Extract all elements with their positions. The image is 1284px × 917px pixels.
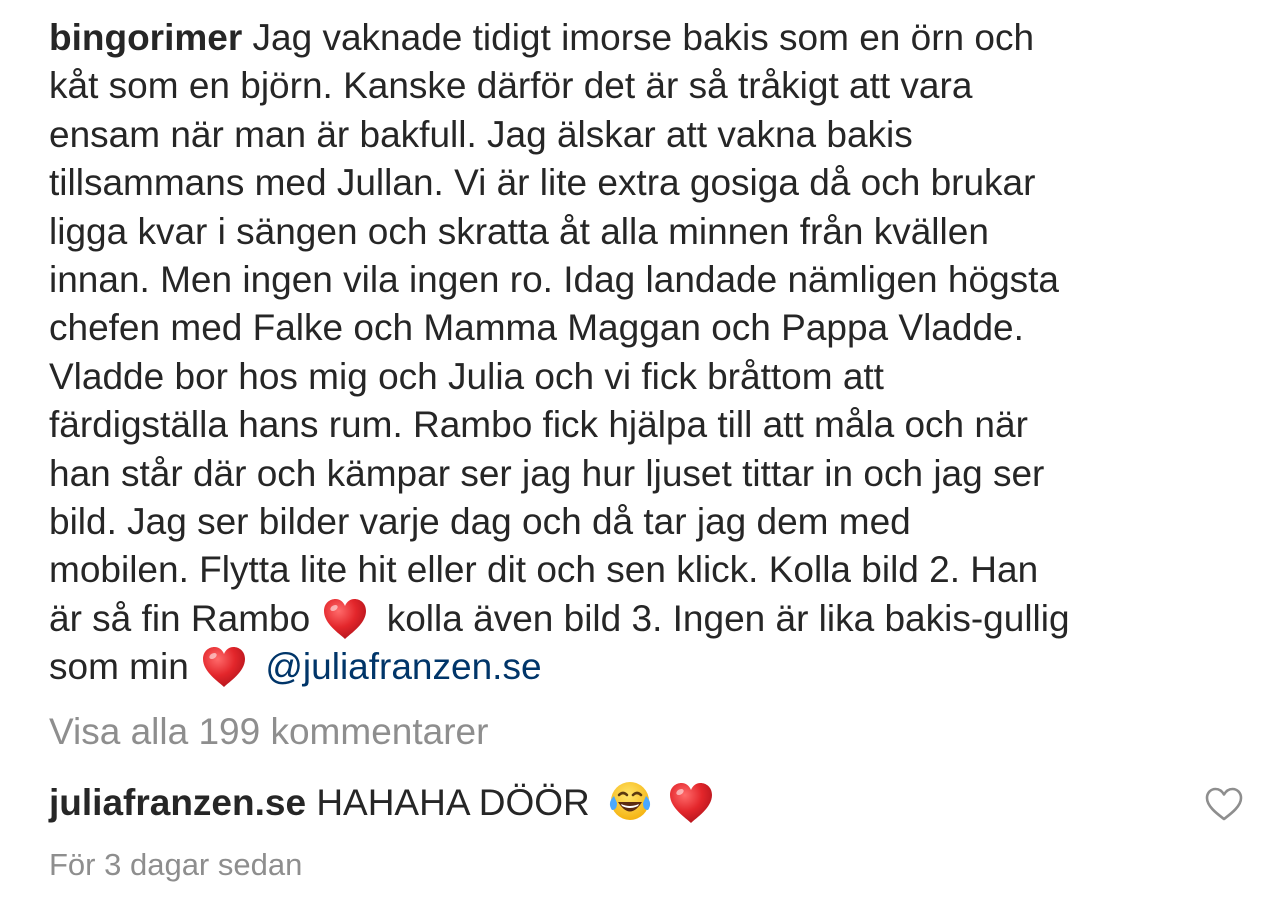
caption-line-12: mobilen. Flytta lite hit eller dit och s… [49, 549, 1039, 591]
comment-username[interactable]: juliafranzen.se [49, 782, 306, 823]
red-heart-icon [668, 781, 714, 825]
heart-outline-icon [1205, 787, 1243, 821]
caption-line-9: färdigställa hans rum. Rambo fick hjälpa… [49, 404, 1028, 446]
red-heart-icon [201, 645, 247, 689]
caption-text: Jag vaknade tidigt imorse bakis som en ö… [252, 17, 1035, 58]
comment-timestamp: För 3 dagar sedan [49, 847, 303, 882]
caption-line-7: chefen med Falke och Mamma Maggan och Pa… [49, 307, 1024, 349]
caption-line-8: Vladde bor hos mig och Julia och vi fick… [49, 355, 884, 397]
view-all-comments-link[interactable]: Visa alla 199 kommentarer [49, 708, 488, 756]
caption-line-10: han står där och kämpar ser jag hur ljus… [49, 452, 1045, 494]
red-heart-icon [322, 597, 368, 641]
caption-line-11: bild. Jag ser bilder varje dag och då ta… [49, 500, 911, 542]
comment-text: HAHAHA DÖÖR [316, 782, 590, 823]
post-caption: bingorimer Jag vaknade tidigt imorse bak… [49, 14, 1249, 691]
comment-row: juliafranzen.se HAHAHA DÖÖR [49, 777, 714, 828]
comment-like-button[interactable] [1204, 786, 1244, 822]
caption-line-2: kåt som en björn. Kanske därför det är s… [49, 65, 973, 107]
caption-text: är så fin Rambo [49, 597, 311, 639]
caption-line-4: tillsammans med Jullan. Vi är lite extra… [49, 162, 1036, 204]
caption-line-13: är så fin Rambo kolla även bild 3. Ingen… [49, 595, 1249, 643]
caption-line-14: som min @juliafranzen.se [49, 643, 1249, 691]
caption-line-1: bingorimer Jag vaknade tidigt imorse bak… [49, 14, 1249, 62]
face-with-tears-of-joy-icon [609, 782, 651, 820]
caption-line-5: ligga kvar i sängen och skratta åt alla … [49, 210, 989, 252]
post-username[interactable]: bingorimer [49, 17, 242, 58]
mention-link[interactable]: @juliafranzen.se [265, 646, 541, 687]
caption-text: kolla även bild 3. Ingen är lika bakis-g… [386, 597, 1070, 639]
caption-line-3: ensam när man är bakfull. Jag älskar att… [49, 113, 913, 155]
caption-text: som min [49, 646, 189, 688]
caption-line-6: innan. Men ingen vila ingen ro. Idag lan… [49, 258, 1060, 300]
